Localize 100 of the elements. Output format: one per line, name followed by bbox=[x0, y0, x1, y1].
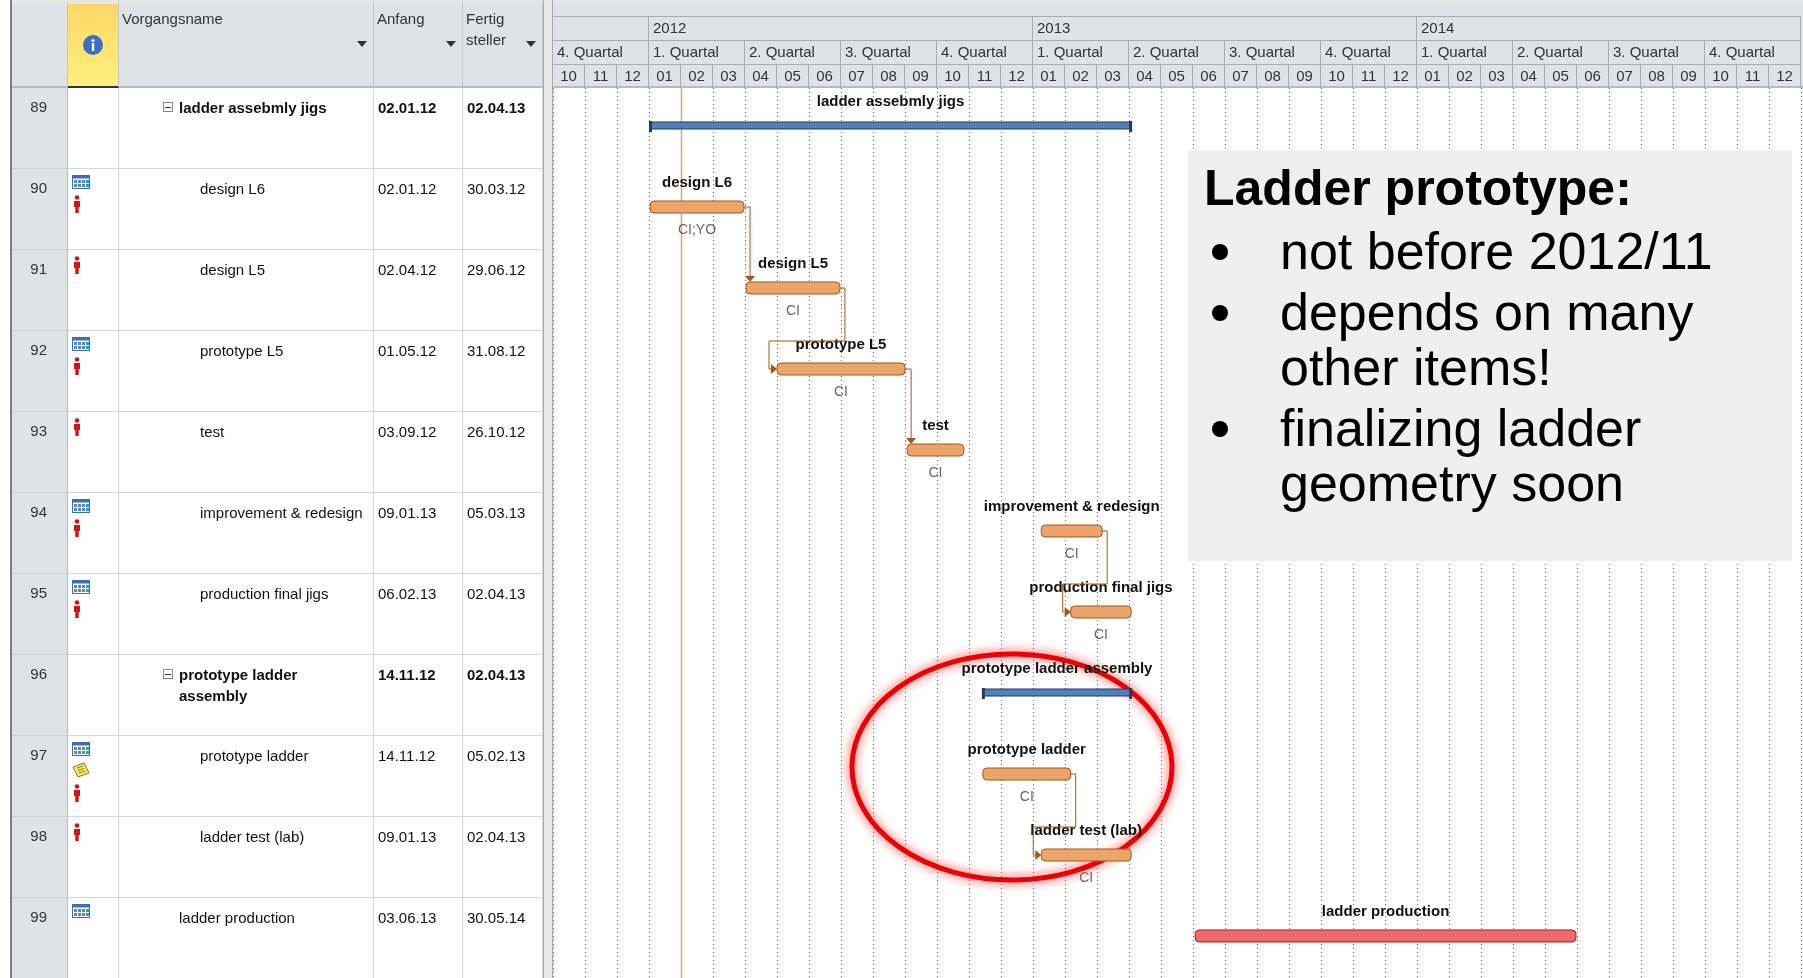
year-label: 2012 bbox=[649, 16, 1033, 40]
calendar-icon bbox=[72, 580, 90, 594]
resource-label: CI bbox=[928, 464, 943, 480]
resource-label: CI bbox=[1019, 788, 1034, 804]
quarter-label: 4. Quartal bbox=[937, 40, 1033, 64]
quarter-label: 3. Quartal bbox=[841, 40, 937, 64]
month-label: 05 bbox=[1161, 64, 1193, 88]
month-label: 02 bbox=[1449, 64, 1481, 88]
callout-title: Ladder prototype: bbox=[1204, 159, 1633, 218]
note-icon bbox=[72, 762, 90, 778]
start-date: 03.09.12 bbox=[374, 412, 463, 493]
indicator-header[interactable] bbox=[68, 0, 119, 88]
month-label: 07 bbox=[841, 64, 873, 88]
start-date: 14.11.12 bbox=[374, 655, 463, 736]
task-name: improvement & redesign bbox=[200, 503, 363, 523]
person-icon bbox=[72, 418, 82, 436]
task-name: ladder assebmly jigs bbox=[179, 98, 327, 118]
person-icon bbox=[72, 600, 82, 618]
start-date: 06.02.13 bbox=[374, 574, 463, 655]
month-label: 01 bbox=[1033, 64, 1065, 88]
header-label: Vorgangsname bbox=[122, 9, 224, 29]
bullet-icon bbox=[1212, 305, 1228, 321]
person-icon bbox=[72, 519, 82, 537]
resource-label: CI bbox=[1093, 626, 1108, 642]
collapse-toggle[interactable] bbox=[163, 669, 173, 679]
dropdown-arrow-icon bbox=[526, 41, 536, 47]
task-name: prototype L5 bbox=[200, 341, 284, 361]
bar-label: design L5 bbox=[758, 254, 828, 271]
row-number: 99 bbox=[12, 898, 68, 978]
callout-text: depends on many other items! bbox=[1280, 285, 1695, 395]
month-label: 08 bbox=[1641, 64, 1673, 88]
month-label: 12 bbox=[1001, 64, 1033, 88]
start-date: 02.01.12 bbox=[374, 88, 463, 169]
bar-label: prototype ladder bbox=[967, 740, 1086, 757]
bar-label: improvement & redesign bbox=[983, 497, 1160, 514]
person-icon bbox=[72, 357, 82, 375]
month-label: 10 bbox=[553, 64, 585, 88]
row-number: 93 bbox=[12, 412, 68, 493]
year-label: 2014 bbox=[1417, 16, 1801, 40]
person-icon bbox=[72, 784, 82, 802]
month-label: 04 bbox=[1129, 64, 1161, 88]
month-label: 05 bbox=[777, 64, 809, 88]
dropdown-arrow-icon bbox=[446, 41, 456, 47]
start-date: 03.06.13 bbox=[374, 898, 463, 978]
month-label: 12 bbox=[1769, 64, 1801, 88]
month-label: 01 bbox=[649, 64, 681, 88]
callout-text: not before 2012/11 bbox=[1280, 224, 1713, 279]
quarter-label: 3. Quartal bbox=[1225, 40, 1321, 64]
quarter-label: 2. Quartal bbox=[1513, 40, 1609, 64]
month-label: 06 bbox=[1577, 64, 1609, 88]
row-number: 96 bbox=[12, 655, 68, 736]
month-label: 10 bbox=[937, 64, 969, 88]
calendar-icon bbox=[72, 337, 90, 351]
task-name: test bbox=[200, 422, 225, 442]
info-icon bbox=[82, 34, 104, 56]
quarter-label: 3. Quartal bbox=[1609, 40, 1705, 64]
month-label: 08 bbox=[873, 64, 905, 88]
month-label: 12 bbox=[617, 64, 649, 88]
month-label: 11 bbox=[969, 64, 1001, 88]
month-label: 08 bbox=[1257, 64, 1289, 88]
task-name: design L6 bbox=[200, 179, 266, 199]
month-label: 10 bbox=[1705, 64, 1737, 88]
task-name: ladder test (lab) bbox=[200, 827, 305, 847]
bar-label: ladder production bbox=[1321, 902, 1450, 919]
month-label: 07 bbox=[1609, 64, 1641, 88]
quarter-label: 2. Quartal bbox=[745, 40, 841, 64]
month-label: 07 bbox=[1225, 64, 1257, 88]
callout-text: finalizing ladder geometry soon bbox=[1280, 401, 1643, 511]
row-number: 97 bbox=[12, 736, 68, 817]
month-label: 02 bbox=[1065, 64, 1097, 88]
column-header[interactable]: Vorgangsname bbox=[119, 0, 374, 88]
column-header[interactable]: Fertig steller bbox=[463, 0, 543, 88]
row-number: 98 bbox=[12, 817, 68, 898]
task-name: design L5 bbox=[200, 260, 266, 280]
row-number: 89 bbox=[12, 88, 68, 169]
collapse-toggle[interactable] bbox=[163, 102, 173, 112]
quarter-label: 4. Quartal bbox=[553, 40, 649, 64]
month-label: 01 bbox=[1417, 64, 1449, 88]
task-name: prototype ladder assembly bbox=[178, 665, 299, 706]
month-label: 09 bbox=[1673, 64, 1705, 88]
task-name: production final jigs bbox=[200, 584, 329, 604]
bar-label: ladder test (lab) bbox=[1030, 821, 1143, 838]
row-number: 94 bbox=[12, 493, 68, 574]
calendar-icon bbox=[72, 499, 90, 513]
quarter-label: 2. Quartal bbox=[1129, 40, 1225, 64]
month-label: 04 bbox=[745, 64, 777, 88]
person-icon bbox=[72, 823, 82, 841]
resource-label: CI bbox=[1064, 545, 1079, 561]
month-label: 10 bbox=[1321, 64, 1353, 88]
year-label: 2013 bbox=[1033, 16, 1417, 40]
start-date: 02.04.12 bbox=[374, 250, 463, 331]
resource-label: CI bbox=[786, 302, 800, 318]
task-name: ladder production bbox=[179, 908, 295, 928]
month-label: 11 bbox=[585, 64, 617, 88]
start-date: 09.01.13 bbox=[374, 493, 463, 574]
column-header[interactable]: Anfang bbox=[374, 0, 463, 88]
person-icon bbox=[72, 195, 82, 213]
start-date: 02.01.12 bbox=[374, 169, 463, 250]
calendar-icon bbox=[72, 904, 90, 918]
row-number: 90 bbox=[12, 169, 68, 250]
